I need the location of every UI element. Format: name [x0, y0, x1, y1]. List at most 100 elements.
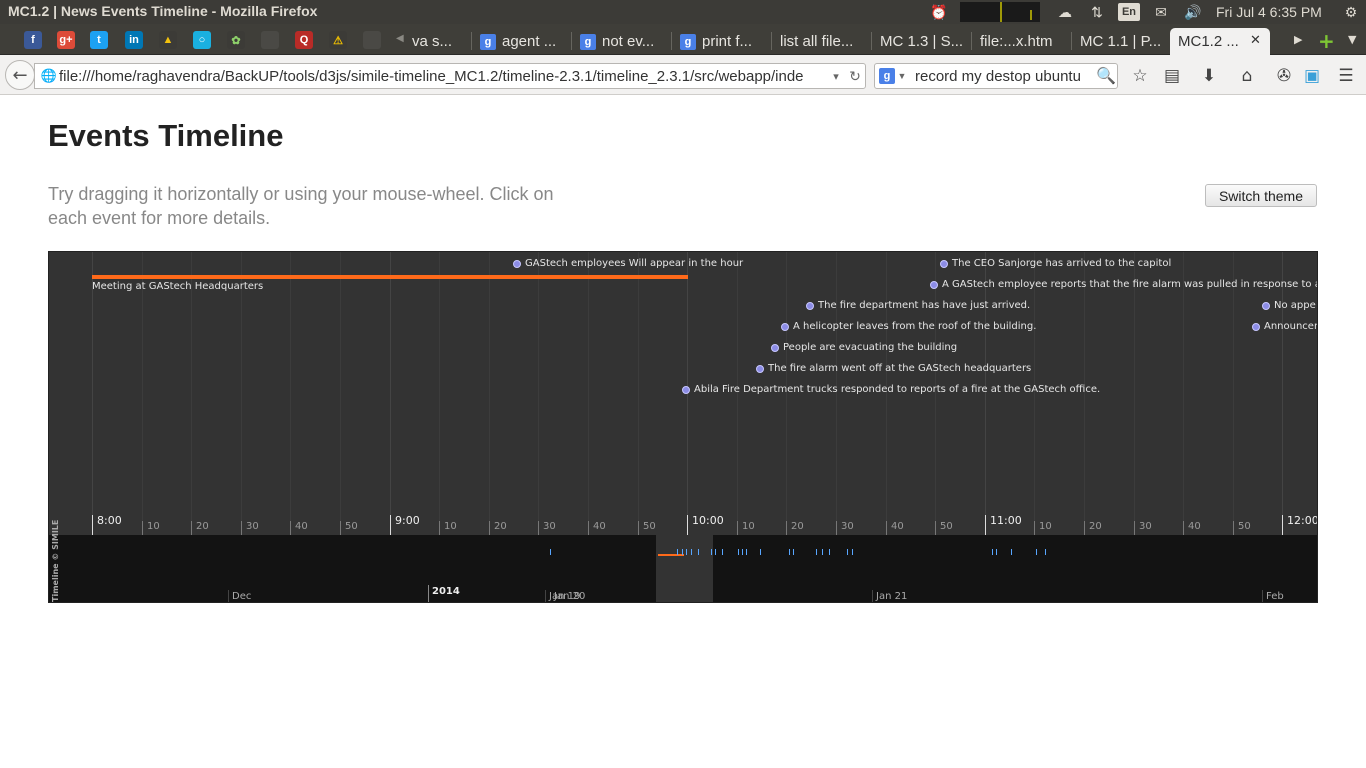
bag-extension-icon[interactable]: ▣	[1300, 65, 1324, 87]
ruler-tick-label: 12:00	[1282, 515, 1317, 535]
tab-close-icon[interactable]: ✕	[1250, 33, 1261, 48]
overview-event-tick	[992, 549, 993, 555]
google-drive-icon[interactable]: ▲	[159, 31, 177, 49]
bookmark-star-icon[interactable]: ☆	[1128, 65, 1152, 87]
timeline-detail-band[interactable]: Meeting at GAStech Headquarters GAStech …	[49, 252, 1318, 535]
tab-list-chevron-icon[interactable]: ▼	[1348, 33, 1356, 46]
alarm-clock-icon[interactable]: ⏰	[928, 2, 950, 22]
overview-event-tick	[1045, 549, 1046, 555]
timeline-event[interactable]: GAStech employees Will appear in the hou…	[513, 258, 743, 269]
search-magnifier-icon[interactable]: 🔍	[1095, 66, 1117, 86]
app-ring-icon[interactable]: ○	[193, 31, 211, 49]
downloads-arrow-icon[interactable]: ⬇	[1197, 65, 1221, 87]
timeline-event[interactable]: People are evacuating the building	[771, 342, 957, 353]
ruler-tick-label: 8:00	[92, 515, 122, 535]
overview-visible-range[interactable]	[656, 535, 713, 602]
quora-icon[interactable]: Q	[295, 31, 313, 49]
tab[interactable]: g print f...	[672, 28, 770, 55]
flower-app-icon[interactable]: ✿	[227, 31, 245, 49]
reading-list-icon[interactable]: ▤	[1160, 65, 1184, 87]
tab-scroll-right-icon[interactable]: ▶	[1294, 33, 1302, 46]
tab[interactable]: MC 1.3 | S...	[872, 28, 970, 55]
ruler-tick-label: 20	[1084, 521, 1102, 535]
back-button[interactable]: ←	[5, 60, 35, 90]
new-tab-plus-icon[interactable]: +	[1318, 29, 1335, 53]
warning-icon[interactable]: ⚠	[329, 31, 347, 49]
ruler-tick-label: 40	[290, 521, 308, 535]
event-label: Announcer	[1264, 321, 1318, 332]
facebook-icon[interactable]: f	[24, 31, 42, 49]
keyboard-layout-indicator[interactable]: En	[1118, 3, 1140, 21]
tab[interactable]: MC 1.1 | P...	[1072, 28, 1170, 55]
ruler-tick-label: 10	[439, 521, 457, 535]
overview-event-tick	[760, 549, 761, 555]
event-label: The fire alarm went off at the GAStech h…	[768, 363, 1032, 374]
volume-speaker-icon[interactable]: 🔊	[1180, 2, 1206, 22]
overview-event-tick	[1011, 549, 1012, 555]
search-bar[interactable]: g ▼ record my destop ubuntu 🔍	[874, 63, 1118, 89]
ruler-tick-label: 30	[538, 521, 556, 535]
tab-label: print f...	[702, 33, 753, 50]
timeline-event[interactable]: The fire department has have just arrive…	[806, 300, 1030, 311]
timeline-event[interactable]: A helicopter leaves from the roof of the…	[781, 321, 1036, 332]
duration-event-bar[interactable]	[92, 275, 688, 279]
tab[interactable]: g agent ...	[472, 28, 570, 55]
switch-theme-button[interactable]: Switch theme	[1205, 184, 1317, 207]
google-plus-icon[interactable]: g+	[57, 31, 75, 49]
mail-envelope-icon[interactable]: ✉	[1150, 2, 1172, 22]
simile-copyright[interactable]: Timeline © SIMILE	[50, 519, 62, 602]
weather-cloud-icon[interactable]: ☁	[1052, 2, 1078, 22]
overview-event-tick	[711, 549, 712, 555]
network-arrows-icon[interactable]: ⇅	[1086, 2, 1108, 22]
url-history-dropdown-icon[interactable]: ▾	[827, 70, 845, 83]
ruler-tick-label: 50	[935, 521, 953, 535]
home-icon[interactable]: ⌂	[1235, 65, 1259, 87]
reload-icon[interactable]: ↻	[845, 68, 865, 85]
twitter-icon[interactable]: t	[90, 31, 108, 49]
event-dot-icon	[513, 259, 521, 268]
tab-label: MC1.2 ...	[1178, 33, 1239, 50]
menu-hamburger-icon[interactable]: ☰	[1334, 65, 1358, 87]
ruler-tick-label: 10	[737, 521, 755, 535]
timeline-event[interactable]: Announcer	[1252, 321, 1318, 332]
event-label: The CEO Sanjorge has arrived to the capi…	[952, 258, 1172, 269]
timeline-widget[interactable]: Meeting at GAStech Headquarters GAStech …	[48, 251, 1318, 603]
ruler-tick-label: 10	[142, 521, 160, 535]
tab[interactable]: g not ev...	[572, 28, 670, 55]
linkedin-icon[interactable]: in	[125, 31, 143, 49]
google-search-engine-icon[interactable]: g	[879, 68, 895, 84]
ruler-tick-label: 40	[886, 521, 904, 535]
timeline-overview-band[interactable]: Dec 2014 Jan 19 Jan 20 Jan 21 Feb	[49, 535, 1317, 602]
overview-label: 2014	[428, 585, 460, 602]
tab-scroll-left-icon[interactable]: ◀	[396, 33, 404, 44]
timeline-event[interactable]: Abila Fire Department trucks responded t…	[682, 384, 1100, 395]
overview-event-tick	[698, 549, 699, 555]
search-input[interactable]: record my destop ubuntu	[909, 68, 1095, 85]
overview-event-tick	[677, 549, 678, 555]
timeline-event[interactable]: A GAStech employee reports that the fire…	[930, 279, 1317, 290]
timeline-event[interactable]: No appe	[1262, 300, 1316, 311]
overview-event-tick	[816, 549, 817, 555]
url-text[interactable]: file:///home/raghavendra/BackUP/tools/d3…	[59, 68, 827, 85]
overview-event-tick	[691, 549, 692, 555]
url-bar[interactable]: 🌐 file:///home/raghavendra/BackUP/tools/…	[34, 63, 866, 89]
overview-event-tick	[550, 549, 551, 555]
session-gear-icon[interactable]: ⚙	[1340, 2, 1362, 22]
duration-event-label[interactable]: Meeting at GAStech Headquarters	[92, 281, 263, 292]
blank-page-icon[interactable]	[261, 31, 279, 49]
tab[interactable]: va s...	[404, 28, 470, 55]
system-clock[interactable]: Fri Jul 4 6:35 PM	[1216, 2, 1336, 22]
overview-label: Jan 20	[554, 591, 586, 602]
timeline-event[interactable]: The CEO Sanjorge has arrived to the capi…	[940, 258, 1171, 269]
system-monitor-graph[interactable]	[960, 2, 1040, 22]
tab[interactable]: list all file...	[772, 28, 870, 55]
tab-label: file:...x.htm	[980, 33, 1053, 50]
grid-line	[92, 252, 93, 535]
blank-page-icon[interactable]	[363, 31, 381, 49]
extension-icon[interactable]: ✇	[1272, 65, 1296, 87]
search-engine-dropdown-icon[interactable]: ▼	[895, 71, 909, 81]
ruler-tick-label: 30	[241, 521, 259, 535]
copyright-text: Timeline © SIMILE	[51, 519, 60, 602]
tab[interactable]: file:...x.htm	[972, 28, 1070, 55]
timeline-event[interactable]: The fire alarm went off at the GAStech h…	[756, 363, 1031, 374]
